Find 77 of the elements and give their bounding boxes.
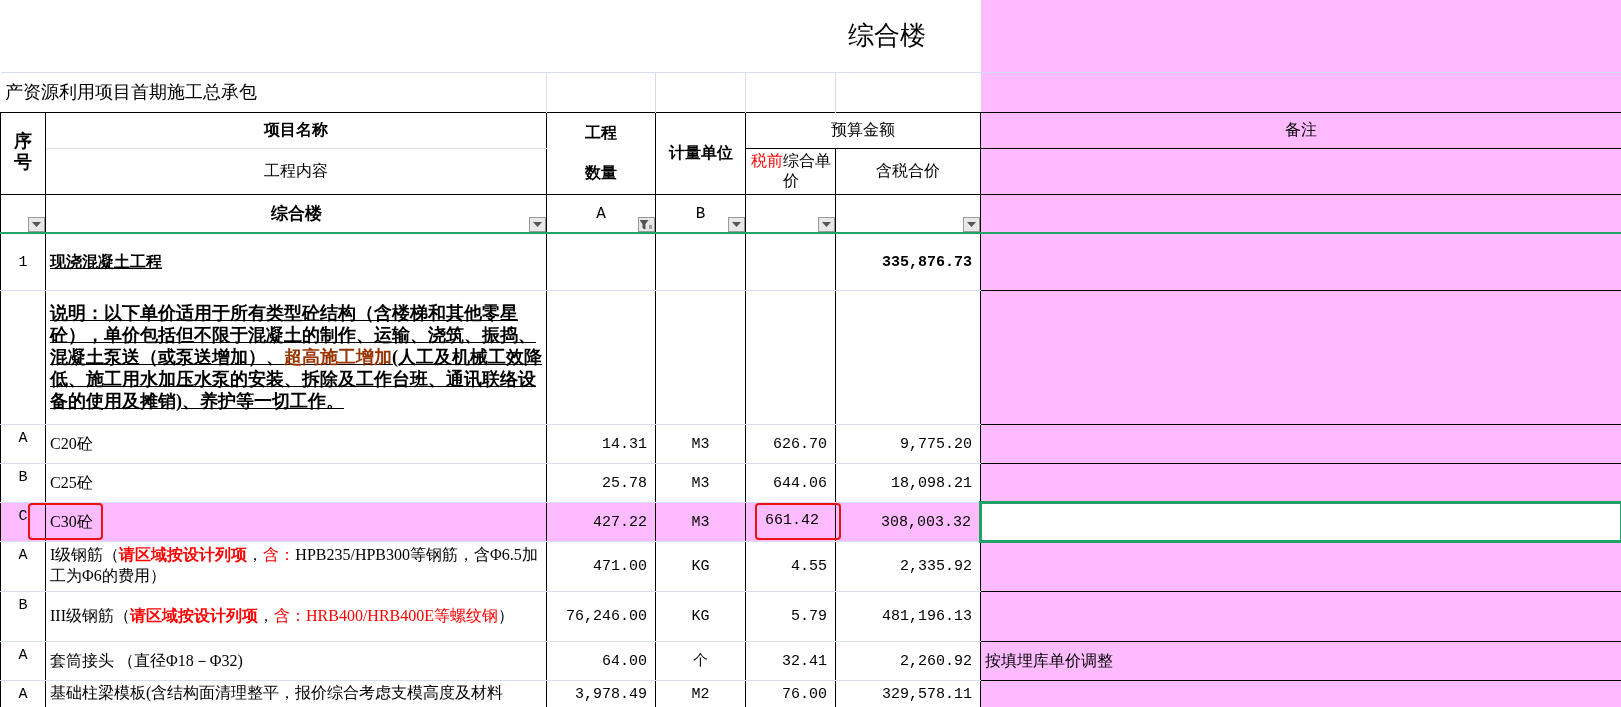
unit: 个 bbox=[693, 652, 708, 670]
unit-price: 32.41 bbox=[782, 651, 827, 672]
caret-down-icon bbox=[732, 222, 741, 227]
total-price: 18,098.21 bbox=[891, 474, 973, 492]
header-label: 工程内容 bbox=[264, 162, 328, 179]
unit: M3 bbox=[691, 435, 710, 453]
unit: M3 bbox=[691, 474, 710, 492]
total-price: 2,335.92 bbox=[900, 558, 973, 576]
unit-price: 626.70 bbox=[773, 434, 827, 455]
funnel-icon bbox=[640, 219, 653, 230]
row-letter: A bbox=[18, 429, 28, 447]
section-total: 335,876.73 bbox=[882, 254, 973, 271]
header-label: 计量单位 bbox=[668, 144, 733, 161]
unit-price: 661.42 bbox=[755, 503, 841, 540]
filter-label: B bbox=[695, 204, 706, 225]
unit: M2 bbox=[691, 685, 710, 703]
row-letter: C bbox=[18, 507, 28, 525]
total-price: 9,775.20 bbox=[900, 435, 973, 453]
header-label: 含税合价 bbox=[876, 162, 941, 179]
header-label: 工程 bbox=[585, 123, 617, 143]
total-price: 329,578.11 bbox=[882, 685, 973, 703]
item-name: 基础柱梁模板(含结构面清理整平，报价综合考虑支模高度及材料 bbox=[50, 682, 504, 703]
quantity: 64.00 bbox=[602, 652, 647, 670]
remark-cell[interactable] bbox=[980, 502, 1621, 541]
total-price: 308,003.32 bbox=[881, 513, 972, 531]
row-letter: A bbox=[18, 685, 28, 703]
header-label: 预算金额 bbox=[831, 121, 896, 138]
caret-down-icon bbox=[533, 222, 542, 227]
quantity: 76,246.00 bbox=[566, 608, 647, 626]
caret-down-icon bbox=[967, 222, 977, 227]
filter-button[interactable] bbox=[638, 217, 655, 232]
unit-price: 5.79 bbox=[791, 607, 827, 628]
row-letter: B bbox=[18, 468, 28, 486]
quantity: 14.31 bbox=[602, 435, 647, 453]
row-letter: A bbox=[18, 646, 28, 664]
header-label: 数量 bbox=[585, 163, 617, 183]
unit-price: 644.06 bbox=[773, 473, 827, 494]
remark-cell[interactable] bbox=[980, 424, 1621, 463]
filter-button[interactable] bbox=[963, 217, 981, 232]
remark-cell[interactable] bbox=[980, 591, 1621, 641]
header-label: 项目名称 bbox=[264, 121, 328, 138]
item-name: 套筒接头 （直径Φ18－Φ32) bbox=[50, 650, 243, 671]
unit: KG bbox=[691, 608, 710, 626]
remark-cell[interactable] bbox=[980, 541, 1621, 591]
unit: KG bbox=[691, 558, 710, 576]
quantity: 3,978.49 bbox=[575, 685, 647, 703]
item-name: C20砼 bbox=[50, 433, 93, 454]
filter-label: A bbox=[596, 204, 606, 225]
item-name: III级钢筋（请区域按设计列项，含：HRB400/HRB400E等螺纹钢） bbox=[50, 606, 514, 626]
row-letter: B bbox=[18, 596, 28, 614]
remark-cell[interactable]: 按填埋库单价调整 bbox=[980, 641, 1621, 680]
unit: M3 bbox=[691, 513, 710, 531]
item-name: C25砼 bbox=[50, 472, 93, 493]
unit-price: 76.00 bbox=[782, 684, 827, 705]
header-label: 税前综合单价 bbox=[750, 152, 831, 189]
header-label: 备注 bbox=[1285, 121, 1318, 138]
filter-button[interactable] bbox=[529, 217, 546, 232]
project-subtitle: 产资源利用项目首期施工总承包 bbox=[4, 81, 257, 102]
total-price: 481,196.13 bbox=[882, 608, 973, 626]
quantity: 25.78 bbox=[602, 474, 647, 492]
quantity: 471.00 bbox=[593, 558, 647, 576]
item-name: I级钢筋（请区域按设计列项，含：HPB235/HPB300等钢筋，含Φ6.5加工为Φ6的费用） bbox=[50, 545, 539, 586]
caret-down-icon bbox=[32, 222, 41, 227]
filter-button[interactable] bbox=[818, 217, 835, 232]
quantity: 427.22 bbox=[593, 513, 647, 531]
sheet-title: 综合楼 bbox=[847, 21, 926, 51]
unit-price: 4.55 bbox=[791, 557, 827, 578]
item-name: C30砼 bbox=[28, 503, 103, 540]
filter-button[interactable] bbox=[28, 217, 45, 232]
filter-button[interactable] bbox=[728, 217, 745, 232]
row-number: 1 bbox=[18, 254, 28, 271]
row-letter: A bbox=[18, 546, 28, 564]
caret-down-icon bbox=[822, 222, 831, 227]
remark-cell[interactable] bbox=[980, 680, 1621, 707]
total-price: 2,260.92 bbox=[900, 652, 973, 670]
header-label: 序号 bbox=[14, 130, 32, 174]
filter-label: 综合楼 bbox=[270, 202, 322, 225]
